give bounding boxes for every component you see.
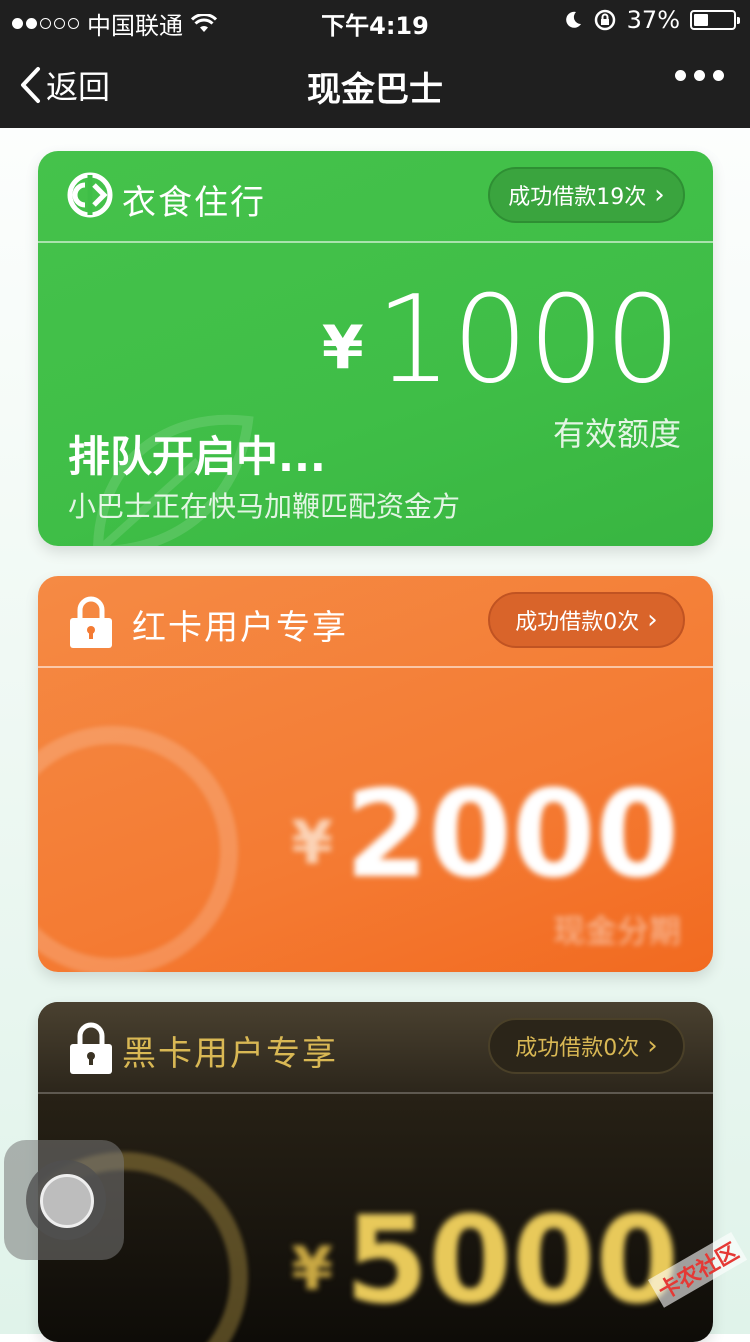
more-dot-icon bbox=[694, 70, 705, 81]
card-black-card-exclusive[interactable]: 黑卡用户专享 成功借款0次 › ¥ 5000 bbox=[38, 1002, 713, 1342]
amount-label: 现金分期 bbox=[552, 912, 681, 950]
coin-watermark-icon bbox=[38, 726, 238, 972]
card-header: 衣食住行 成功借款19次 › bbox=[38, 151, 713, 241]
card-header: 红卡用户专享 成功借款0次 › bbox=[38, 576, 713, 666]
card-clothing-food-housing-travel[interactable]: 衣食住行 成功借款19次 › ¥ 1000 有效额度 排队开启中... 小巴士正… bbox=[38, 151, 713, 546]
loan-count-label: 成功借款0次 bbox=[515, 1036, 640, 1061]
loan-count-button[interactable]: 成功借款0次 › bbox=[488, 592, 685, 648]
amount-value: 1000 bbox=[375, 271, 681, 410]
more-options-button[interactable] bbox=[675, 70, 724, 81]
chevron-right-icon: › bbox=[654, 180, 665, 210]
rotation-lock-icon bbox=[594, 9, 615, 31]
currency-symbol: ¥ bbox=[291, 1234, 334, 1304]
page-title: 现金巴士 bbox=[307, 70, 443, 110]
card-title: 黑卡用户专享 bbox=[122, 1034, 338, 1074]
battery-icon bbox=[690, 10, 740, 30]
loan-count-button[interactable]: 成功借款19次 › bbox=[488, 167, 685, 223]
amount-value: 2000 bbox=[345, 766, 679, 905]
amount-label: 有效额度 bbox=[552, 415, 681, 453]
divider bbox=[38, 241, 713, 243]
lock-icon bbox=[70, 596, 112, 648]
amount-value: 5000 bbox=[345, 1192, 679, 1331]
card-red-card-exclusive[interactable]: 红卡用户专享 成功借款0次 › ¥ 2000 现金分期 bbox=[38, 576, 713, 972]
assistive-touch-button[interactable] bbox=[4, 1140, 124, 1260]
lock-icon bbox=[70, 1022, 112, 1074]
loan-count-label: 成功借款19次 bbox=[508, 185, 647, 210]
more-dot-icon bbox=[713, 70, 724, 81]
divider bbox=[38, 666, 713, 668]
loan-count-label: 成功借款0次 bbox=[515, 610, 640, 635]
status-bar: 中国联通 下午4:19 37% bbox=[0, 0, 750, 40]
more-dot-icon bbox=[675, 70, 686, 81]
card-title: 衣食住行 bbox=[122, 183, 266, 223]
divider bbox=[38, 1092, 713, 1094]
credit-amount: ¥ 1000 bbox=[322, 281, 681, 401]
cb-logo-icon bbox=[67, 172, 113, 218]
status-subtitle: 小巴士正在快马加鞭匹配资金方 bbox=[68, 490, 461, 523]
battery-percent: 37% bbox=[626, 6, 680, 34]
loan-count-button[interactable]: 成功借款0次 › bbox=[488, 1018, 685, 1074]
status-right: 37% bbox=[563, 6, 740, 34]
chevron-right-icon: › bbox=[647, 1031, 658, 1061]
chevron-right-icon: › bbox=[647, 605, 658, 635]
card-title: 红卡用户专享 bbox=[132, 608, 348, 648]
status-title: 排队开启中... bbox=[68, 432, 326, 481]
navigation-bar: 返回 现金巴士 bbox=[0, 40, 750, 128]
assistive-core bbox=[40, 1174, 94, 1228]
card-header: 黑卡用户专享 成功借款0次 › bbox=[38, 1002, 713, 1092]
currency-symbol: ¥ bbox=[291, 808, 334, 878]
moon-icon bbox=[565, 11, 581, 28]
credit-amount: ¥ 2000 bbox=[291, 776, 679, 896]
credit-amount: ¥ 5000 bbox=[291, 1202, 679, 1322]
currency-symbol: ¥ bbox=[321, 313, 364, 383]
